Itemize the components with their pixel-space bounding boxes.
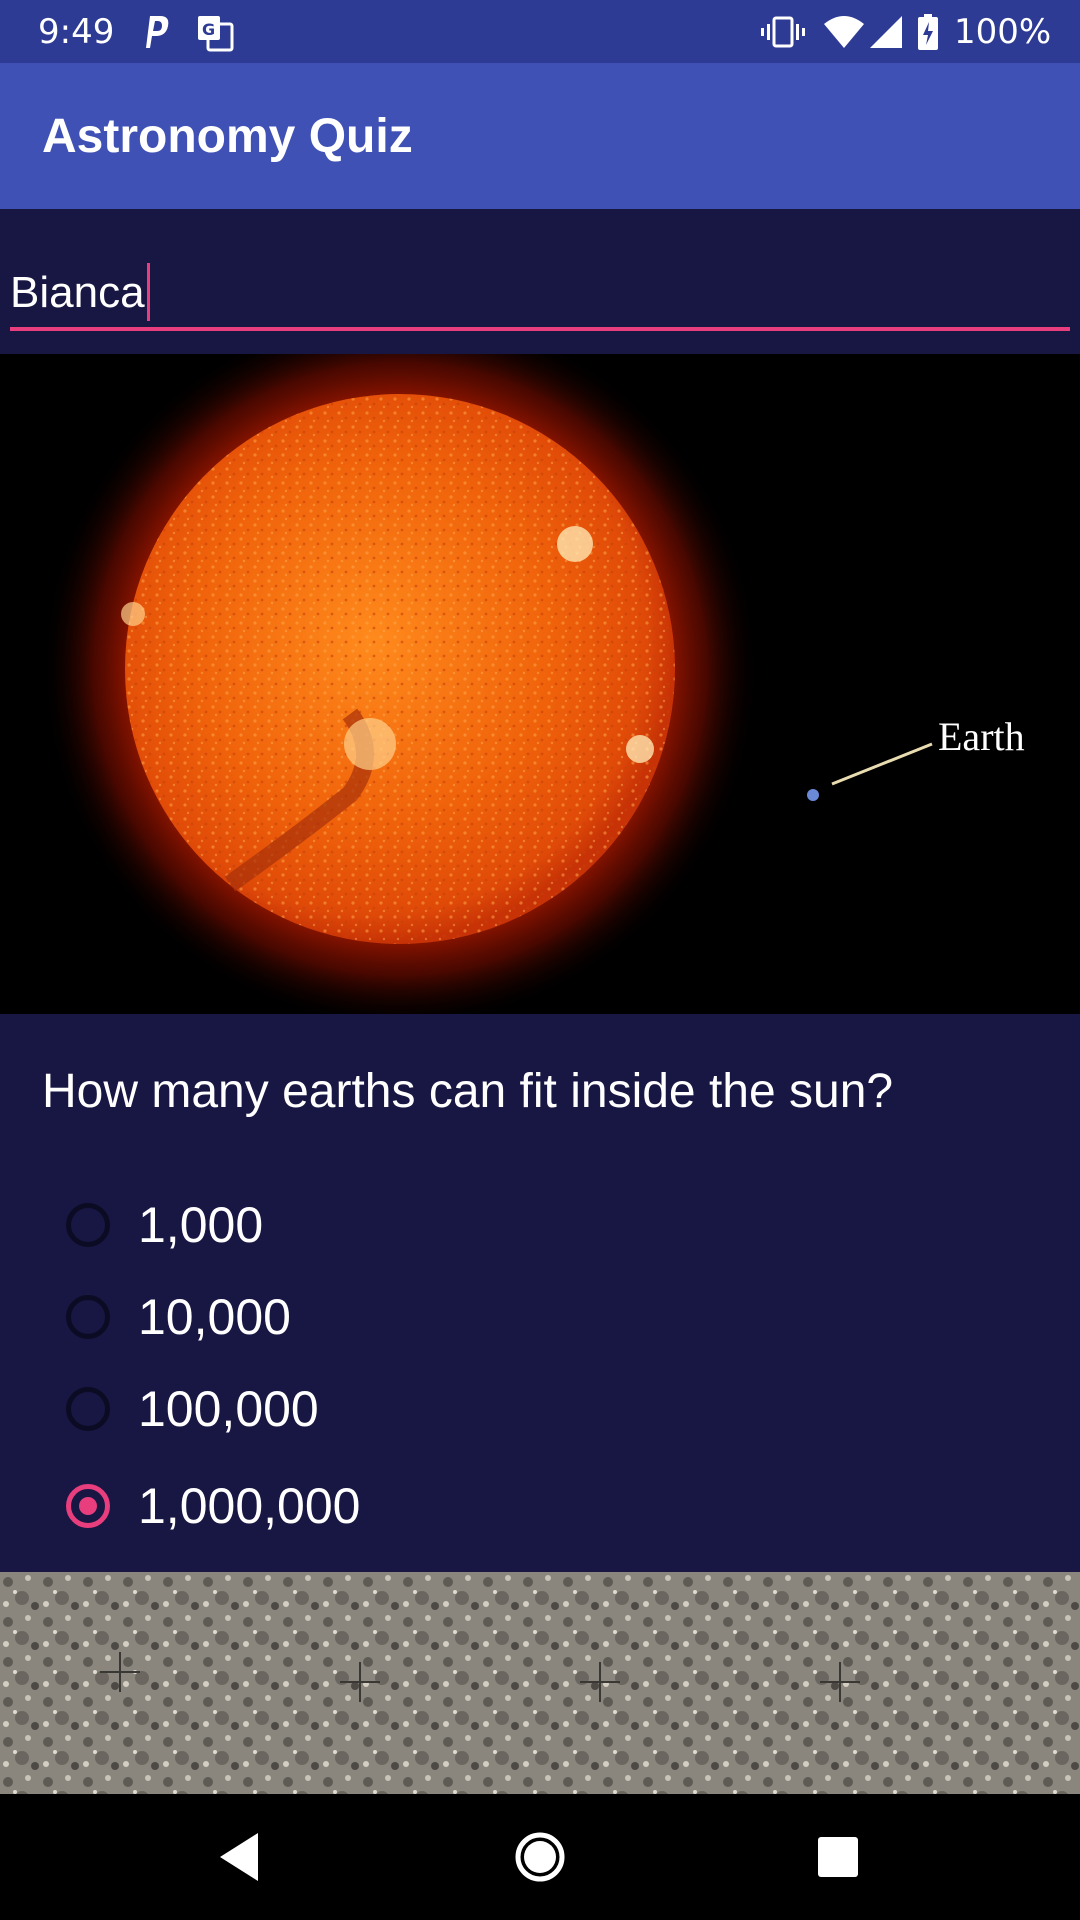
sun-earth-illustration: Earth bbox=[0, 309, 1080, 1029]
answer-option-4[interactable]: 1,000,000 bbox=[66, 1466, 766, 1546]
answer-label: 100,000 bbox=[138, 1381, 319, 1437]
moon-surface-illustration bbox=[0, 1572, 1080, 1794]
translate-icon: G bbox=[198, 16, 234, 52]
quiz-area: How many earths can fit inside the sun? … bbox=[0, 1014, 1080, 1572]
radio-button[interactable] bbox=[66, 1387, 110, 1431]
answer-label: 1,000 bbox=[138, 1197, 264, 1253]
svg-text:G: G bbox=[202, 20, 215, 39]
name-area: Bianca bbox=[0, 209, 1080, 354]
parking-icon bbox=[146, 16, 169, 48]
status-bar: 9:49 G 100% bbox=[0, 0, 1080, 63]
radio-button-selected[interactable] bbox=[66, 1484, 110, 1528]
status-time: 9:49 bbox=[38, 12, 115, 52]
page-title: Astronomy Quiz bbox=[42, 110, 413, 163]
answer-label: 10,000 bbox=[138, 1289, 291, 1345]
battery-charging-icon bbox=[918, 14, 938, 50]
signal-icon bbox=[870, 16, 902, 48]
earth-label: Earth bbox=[938, 714, 1025, 759]
text-caret bbox=[146, 263, 150, 321]
question-text: How many earths can fit inside the sun? bbox=[42, 1065, 894, 1118]
sun-earth-image: Earth bbox=[0, 309, 1080, 1029]
name-input-value: Bianca bbox=[10, 268, 145, 317]
navigation-bar bbox=[0, 1794, 1080, 1920]
radio-button[interactable] bbox=[66, 1295, 110, 1339]
battery-percent: 100% bbox=[954, 12, 1052, 52]
moon-surface-image bbox=[0, 1572, 1080, 1794]
home-icon[interactable] bbox=[510, 1827, 570, 1887]
recents-icon[interactable] bbox=[808, 1827, 868, 1887]
answer-option-3[interactable]: 100,000 bbox=[66, 1369, 766, 1449]
wifi-icon bbox=[824, 16, 864, 48]
vibrate-icon bbox=[761, 16, 805, 48]
answer-option-2[interactable]: 10,000 bbox=[66, 1277, 766, 1357]
app-bar: Astronomy Quiz bbox=[0, 63, 1080, 209]
answer-label: 1,000,000 bbox=[138, 1478, 361, 1534]
back-icon[interactable] bbox=[210, 1827, 270, 1887]
name-input[interactable] bbox=[10, 261, 1070, 331]
answer-option-1[interactable]: 1,000 bbox=[66, 1185, 766, 1265]
radio-button[interactable] bbox=[66, 1203, 110, 1247]
